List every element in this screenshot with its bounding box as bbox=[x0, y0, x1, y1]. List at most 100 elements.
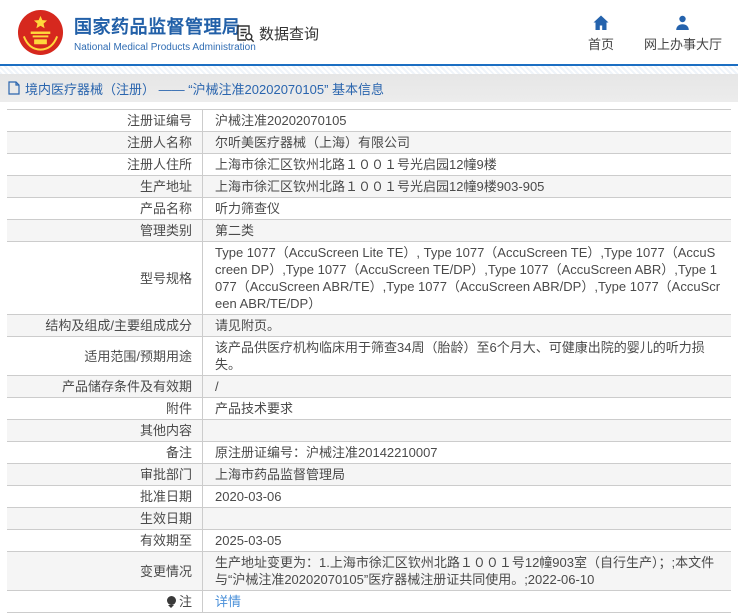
header-nav: 首页 网上办事大厅 bbox=[588, 15, 722, 53]
row-label: 产品名称 bbox=[7, 198, 203, 219]
table-row: 注册人名称 尔听美医疗器械（上海）有限公司 bbox=[7, 131, 731, 153]
header-hatch-band bbox=[0, 66, 738, 74]
data-query-label: 数据查询 bbox=[259, 23, 319, 44]
row-value: 上海市徐汇区钦州北路１００１号光启园12幢9楼 bbox=[203, 154, 731, 175]
row-value-text: 听力筛查仪 bbox=[215, 200, 280, 217]
row-label: 附件 bbox=[7, 398, 203, 419]
person-icon bbox=[675, 15, 690, 30]
row-label: 有效期至 bbox=[7, 530, 203, 551]
detail-link[interactable]: 详情 bbox=[215, 593, 241, 610]
row-value: 上海市药品监督管理局 bbox=[203, 464, 731, 485]
site-title-block: 国家药品监督管理局 National Medical Products Admi… bbox=[74, 13, 256, 53]
table-row: 结构及组成/主要组成成分请见附页。 bbox=[7, 314, 731, 336]
row-value[interactable]: 详情 bbox=[203, 591, 731, 612]
row-value-text: 沪械注准20202070105 bbox=[215, 112, 347, 129]
spacer bbox=[0, 102, 738, 109]
national-emblem-icon bbox=[17, 9, 64, 56]
row-label: 结构及组成/主要组成成分 bbox=[7, 315, 203, 336]
row-value: / bbox=[203, 376, 731, 397]
row-label-text: 型号规格 bbox=[140, 270, 192, 287]
row-value-text: 2025-03-05 bbox=[215, 532, 282, 549]
row-value: 上海市徐汇区钦州北路１００１号光启园12幢9楼903-905 bbox=[203, 176, 731, 197]
row-label: 审批部门 bbox=[7, 464, 203, 485]
table-row: 生产地址 上海市徐汇区钦州北路１００１号光启园12幢9楼903-905 bbox=[7, 175, 731, 197]
row-label-text: 附件 bbox=[166, 400, 192, 417]
row-label-text: 产品名称 bbox=[140, 200, 192, 217]
row-value: 2025-03-05 bbox=[203, 530, 731, 551]
row-value: 该产品供医疗机构临床用于筛查34周（胎龄）至6个月大、可健康出院的婴儿的听力损失… bbox=[203, 337, 731, 375]
row-label-text: 审批部门 bbox=[140, 466, 192, 483]
row-value bbox=[203, 420, 731, 441]
row-label: 适用范围/预期用途 bbox=[7, 337, 203, 375]
table-row: 产品储存条件及有效期 / bbox=[7, 375, 731, 397]
row-value-text: 尔听美医疗器械（上海）有限公司 bbox=[215, 134, 410, 151]
detail-table: 注册证编号 沪械注准20202070105 注册人名称 尔听美医疗器械（上海）有限公司… bbox=[7, 109, 731, 613]
row-value-text: 2020-03-06 bbox=[215, 488, 282, 505]
row-value-text: 请见附页。 bbox=[215, 317, 280, 334]
nav-home[interactable]: 首页 bbox=[588, 15, 614, 53]
row-label-text: 变更情况 bbox=[140, 563, 192, 580]
row-label: 变更情况 bbox=[7, 552, 203, 590]
row-label: 生效日期 bbox=[7, 508, 203, 529]
row-label: 型号规格 bbox=[7, 242, 203, 314]
row-value-text: 上海市药品监督管理局 bbox=[215, 466, 345, 483]
row-value: 听力筛查仪 bbox=[203, 198, 731, 219]
row-value-text: Type 1077（AccuScreen Lite TE）, Type 1077… bbox=[215, 244, 721, 312]
table-row: 其他内容 bbox=[7, 419, 731, 441]
row-value-text: 生产地址变更为：1.上海市徐汇区钦州北路１００１号12幢903室（自行生产）；;… bbox=[215, 554, 721, 588]
row-value-text: 产品技术要求 bbox=[215, 400, 293, 417]
row-value-text: 上海市徐汇区钦州北路１００１号光启园12幢9楼 bbox=[215, 156, 497, 173]
row-label-text: 注册人名称 bbox=[127, 134, 192, 151]
table-row: 附件 产品技术要求 bbox=[7, 397, 731, 419]
site-logo: 国家药品监督管理局 National Medical Products Admi… bbox=[17, 9, 256, 56]
row-value: 原注册证编号：沪械注准20142210007 bbox=[203, 442, 731, 463]
bulb-icon bbox=[167, 596, 176, 608]
table-row: 适用范围/预期用途该产品供医疗机构临床用于筛查34周（胎龄）至6个月大、可健康出… bbox=[7, 336, 731, 375]
row-value: 第二类 bbox=[203, 220, 731, 241]
table-row: 生效日期 bbox=[7, 507, 731, 529]
row-value: 产品技术要求 bbox=[203, 398, 731, 419]
site-header: 国家药品监督管理局 National Medical Products Admi… bbox=[0, 0, 738, 66]
row-value: Type 1077（AccuScreen Lite TE）, Type 1077… bbox=[203, 242, 731, 314]
row-label-text: 注册人住所 bbox=[127, 156, 192, 173]
row-label-text: 适用范围/预期用途 bbox=[84, 348, 192, 365]
home-icon bbox=[593, 15, 609, 30]
row-value bbox=[203, 508, 731, 529]
row-value: 生产地址变更为：1.上海市徐汇区钦州北路１００１号12幢903室（自行生产）；;… bbox=[203, 552, 731, 590]
site-title: 国家药品监督管理局 bbox=[74, 13, 256, 39]
row-label: 注册人住所 bbox=[7, 154, 203, 175]
table-row: 注册人住所 上海市徐汇区钦州北路１００１号光启园12幢9楼 bbox=[7, 153, 731, 175]
table-row: 批准日期 2020-03-06 bbox=[7, 485, 731, 507]
row-label-text: 备注 bbox=[166, 444, 192, 461]
data-query-button[interactable]: 数据查询 bbox=[236, 23, 319, 44]
row-label-text: 其他内容 bbox=[140, 422, 192, 439]
row-label-text: 生效日期 bbox=[140, 510, 192, 527]
row-value: 2020-03-06 bbox=[203, 486, 731, 507]
row-value-text: 第二类 bbox=[215, 222, 254, 239]
nav-service-hall[interactable]: 网上办事大厅 bbox=[644, 15, 722, 53]
row-value-text: 上海市徐汇区钦州北路１００１号光启园12幢9楼903-905 bbox=[215, 178, 544, 195]
table-row: 有效期至 2025-03-05 bbox=[7, 529, 731, 551]
breadcrumb: 境内医疗器械（注册） —— “沪械注准20202070105” 基本信息 bbox=[0, 74, 738, 102]
row-label: 产品储存条件及有效期 bbox=[7, 376, 203, 397]
nav-service-hall-label: 网上办事大厅 bbox=[644, 34, 722, 53]
table-row: 变更情况 生产地址变更为：1.上海市徐汇区钦州北路１００１号12幢903室（自行生… bbox=[7, 551, 731, 590]
breadcrumb-text: 境内医疗器械（注册） —— “沪械注准20202070105” 基本信息 bbox=[25, 79, 384, 98]
table-row: 备注 原注册证编号：沪械注准20142210007 bbox=[7, 441, 731, 463]
table-row: 型号规格 Type 1077（AccuScreen Lite TE）, Type … bbox=[7, 241, 731, 314]
row-label-text: 管理类别 bbox=[140, 222, 192, 239]
row-label-text: 产品储存条件及有效期 bbox=[62, 378, 192, 395]
row-label-text: 生产地址 bbox=[140, 178, 192, 195]
row-value-text: 原注册证编号：沪械注准20142210007 bbox=[215, 444, 438, 461]
row-label: 生产地址 bbox=[7, 176, 203, 197]
row-label: 注 bbox=[7, 591, 203, 612]
table-row: 注册证编号 沪械注准20202070105 bbox=[7, 109, 731, 131]
nav-home-label: 首页 bbox=[588, 34, 614, 53]
row-label: 备注 bbox=[7, 442, 203, 463]
row-label-text: 批准日期 bbox=[140, 488, 192, 505]
table-row: 产品名称 听力筛查仪 bbox=[7, 197, 731, 219]
row-value: 请见附页。 bbox=[203, 315, 731, 336]
row-label: 管理类别 bbox=[7, 220, 203, 241]
row-label-text: 注册证编号 bbox=[127, 112, 192, 129]
table-row: 注详情 bbox=[7, 590, 731, 612]
